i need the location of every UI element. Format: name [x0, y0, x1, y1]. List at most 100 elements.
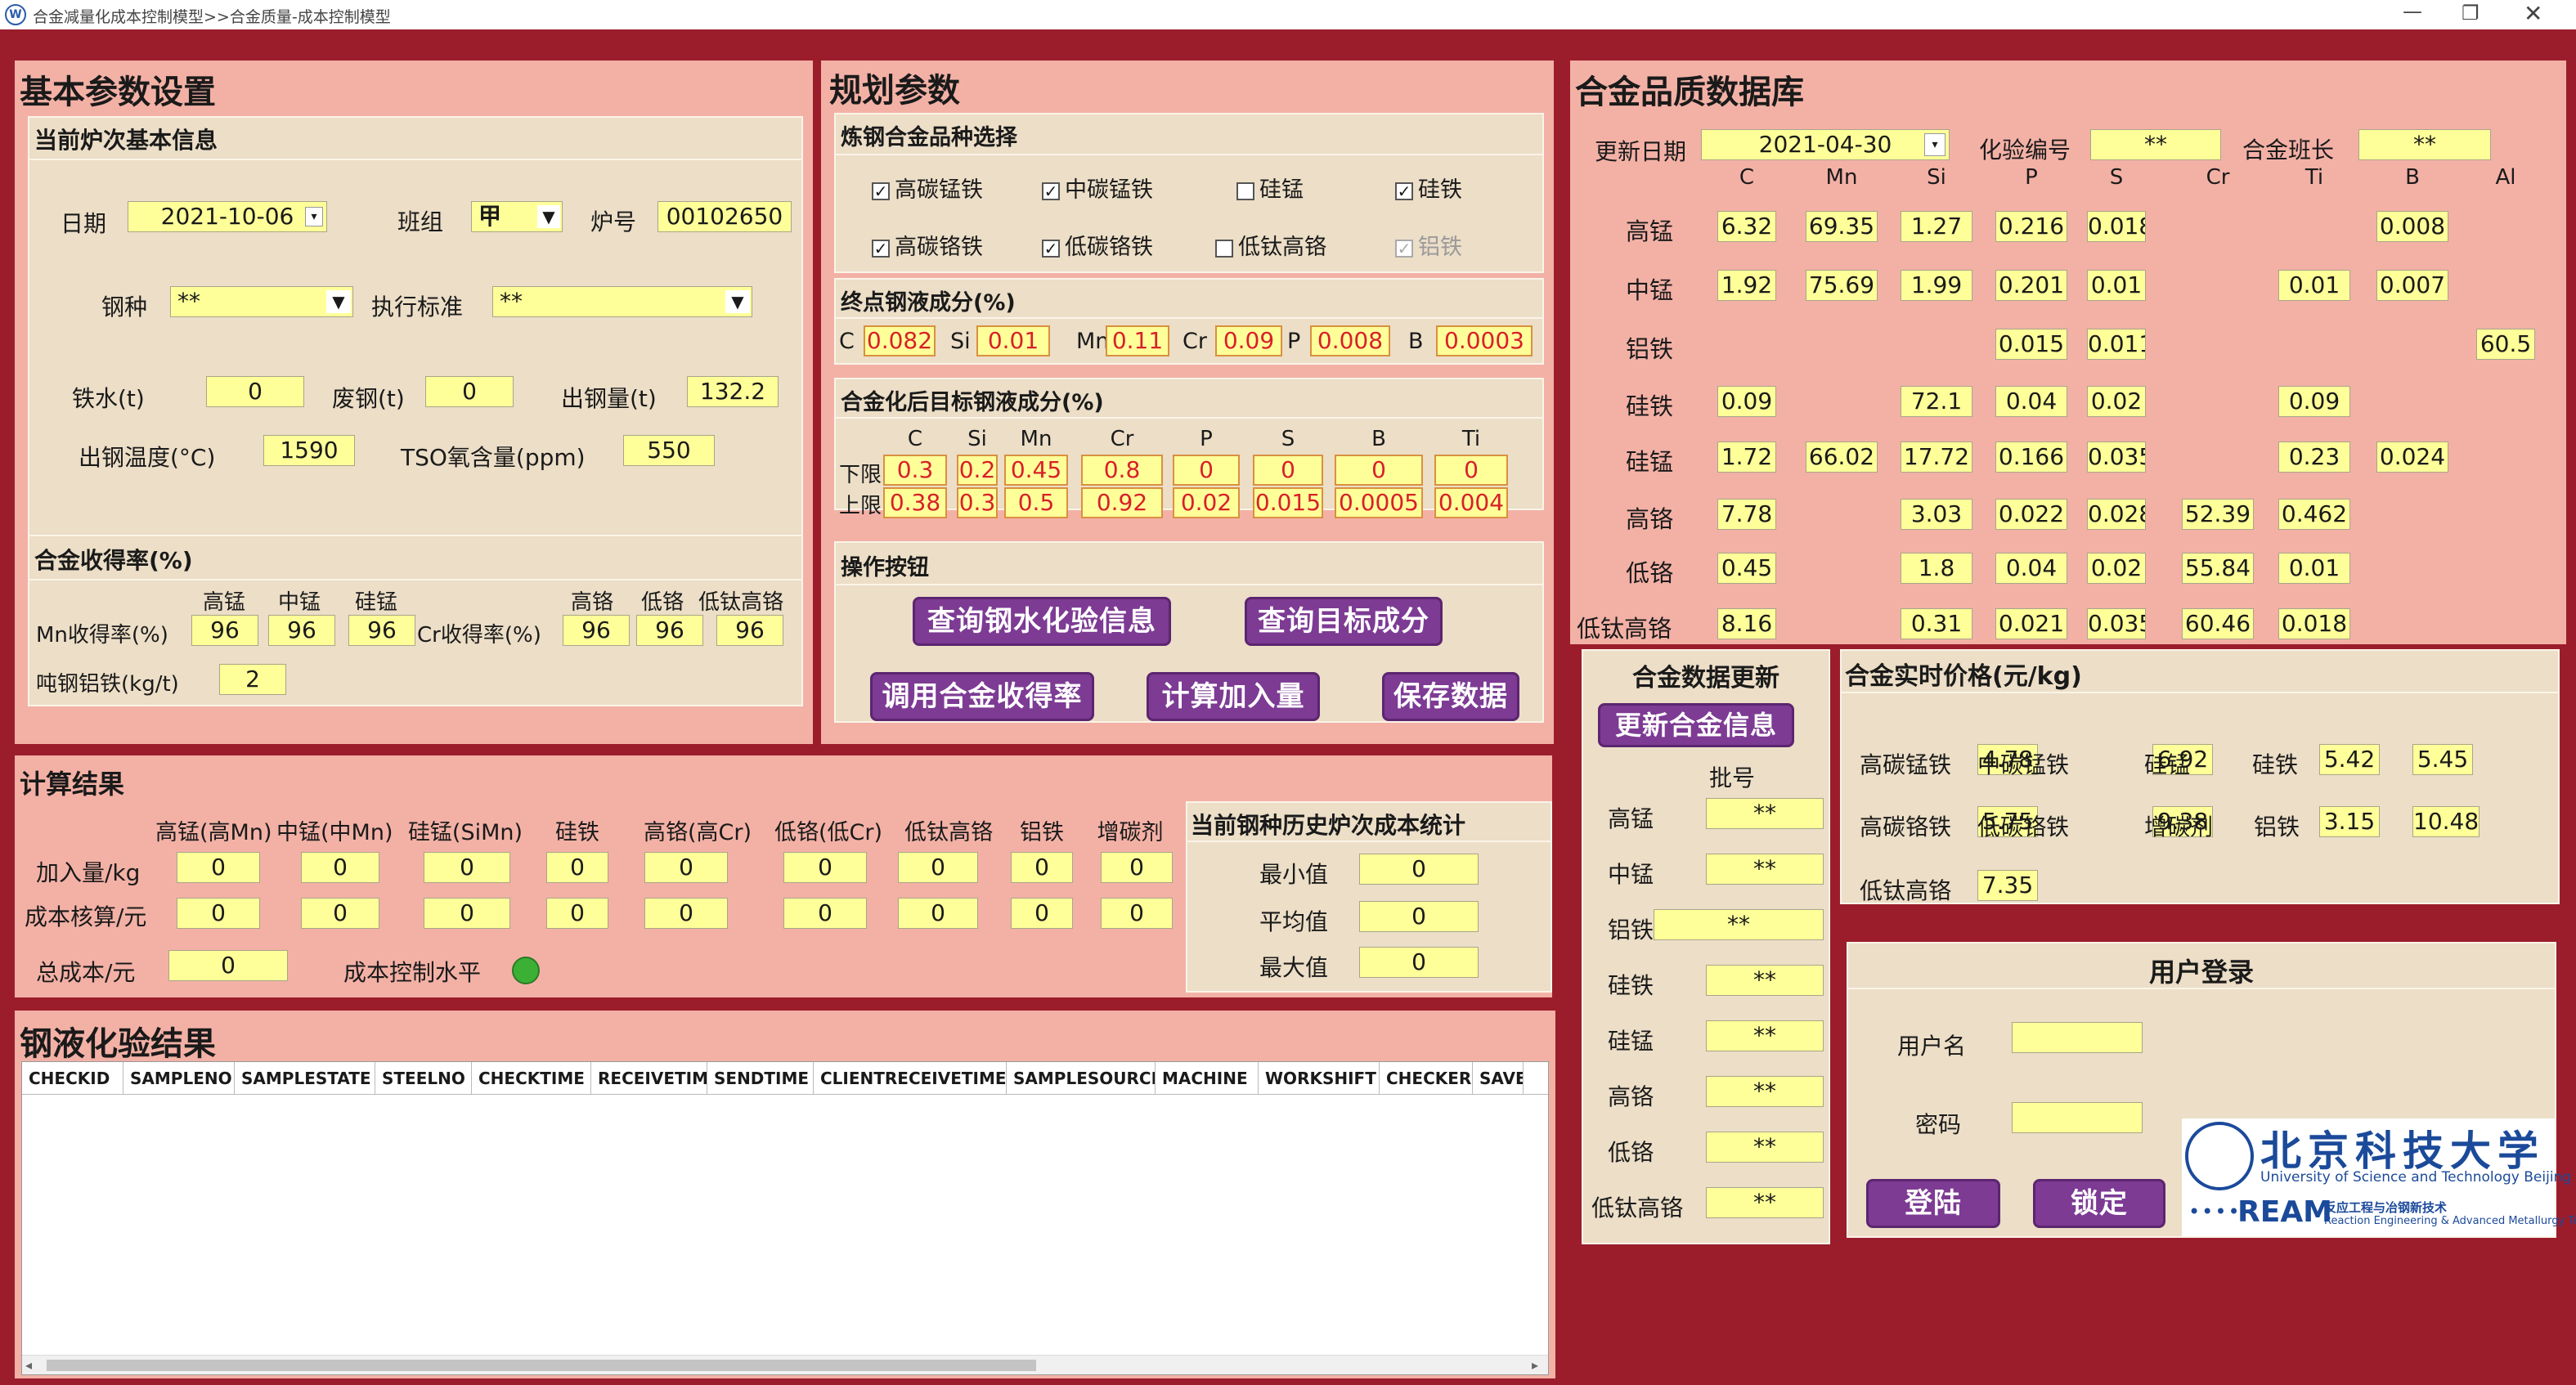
quality-value-field[interactable]: 75.69	[1806, 270, 1878, 301]
quality-value-field[interactable]: 0.09	[1717, 386, 1776, 417]
quality-value-field[interactable]: 0.31	[1901, 608, 1972, 639]
target-upper-field[interactable]: 0.5	[1004, 487, 1068, 518]
scroll-left-icon[interactable]: ◂	[25, 1357, 32, 1373]
quality-value-field[interactable]: 1.8	[1901, 553, 1972, 584]
price-value-field[interactable]: 7.35	[1977, 870, 2038, 901]
assay-table[interactable]: CHECKID SAMPLENO SAMPLESTATE STEELNO CHECKTI…	[21, 1061, 1549, 1375]
query-water-assay-button[interactable]: 查询钢水化验信息	[913, 597, 1171, 646]
quality-value-field[interactable]: 1.72	[1717, 441, 1776, 473]
quality-value-field[interactable]: 66.02	[1806, 441, 1878, 473]
end-value-field[interactable]: 0.082	[864, 325, 936, 356]
update-batch-field[interactable]: **	[1706, 1132, 1824, 1163]
target-upper-field[interactable]: 0.3	[957, 487, 998, 518]
quality-value-field[interactable]: 0.201	[1995, 270, 2067, 301]
target-upper-field[interactable]: 0.004	[1434, 487, 1508, 518]
quality-value-field[interactable]: 6.32	[1717, 211, 1776, 242]
target-lower-field[interactable]: 0	[1173, 455, 1240, 486]
quality-value-field[interactable]: 1.99	[1901, 270, 1972, 301]
update-date-picker[interactable]: 2021-04-30 ▾	[1701, 129, 1950, 160]
minimize-icon[interactable]: —	[2403, 0, 2422, 23]
target-lower-field[interactable]: 0	[1434, 455, 1508, 486]
quality-value-field[interactable]: 17.72	[1901, 441, 1972, 473]
check-al-fe[interactable]: ✓ 铝铁	[1395, 229, 1462, 261]
scroll-right-icon[interactable]: ▸	[1532, 1357, 1538, 1373]
quality-value-field[interactable]: 0.462	[2278, 499, 2350, 530]
target-lower-field[interactable]: 0.2	[957, 455, 998, 486]
quality-value-field[interactable]: 52.39	[2182, 499, 2254, 530]
check-fesi[interactable]: ✓ 硅铁	[1395, 172, 1462, 204]
target-upper-field[interactable]: 0.015	[1253, 487, 1323, 518]
shift-select[interactable]: 甲 ▼	[471, 201, 563, 232]
quality-value-field[interactable]: 1.27	[1901, 211, 1972, 242]
cr-yield-low[interactable]: 96	[636, 615, 703, 646]
target-lower-field[interactable]: 0.8	[1081, 455, 1163, 486]
quality-value-field[interactable]: 69.35	[1806, 211, 1878, 242]
calculate-amount-button[interactable]: 计算加入量	[1147, 672, 1320, 721]
quality-value-field[interactable]: 0.04	[1995, 553, 2067, 584]
price-value-field[interactable]: 5.42	[2319, 744, 2380, 775]
target-lower-field[interactable]: 0.45	[1004, 455, 1068, 486]
assay-col-header[interactable]: CHECKER	[1380, 1062, 1473, 1094]
lock-button[interactable]: 锁定	[2033, 1179, 2165, 1228]
hot-metal-field[interactable]: 0	[206, 376, 304, 407]
quality-value-field[interactable]: 60.5	[2476, 329, 2535, 360]
quality-value-field[interactable]: 0.015	[1995, 329, 2067, 360]
update-batch-field[interactable]: **	[1654, 909, 1824, 940]
assay-col-header[interactable]: CHECKTIME	[472, 1062, 591, 1094]
check-simn[interactable]: 硅锰	[1236, 172, 1304, 204]
quality-value-field[interactable]: 0.021	[1995, 608, 2067, 639]
steel-grade-select[interactable]: ** ▼	[170, 286, 353, 317]
mn-yield-mid[interactable]: 96	[268, 615, 335, 646]
quality-value-field[interactable]: 0.008	[2376, 211, 2448, 242]
quality-value-field[interactable]: 0.216	[1995, 211, 2067, 242]
quality-value-field[interactable]: 72.1	[1901, 386, 1972, 417]
tso-field[interactable]: 550	[623, 435, 715, 466]
quality-value-field[interactable]: 0.022	[1995, 499, 2067, 530]
check-high-c-cr[interactable]: ✓ 高碳铬铁	[872, 229, 983, 261]
quality-value-field[interactable]: 0.02	[2087, 553, 2146, 584]
scrap-field[interactable]: 0	[425, 376, 514, 407]
assay-col-header[interactable]: CHECKID	[22, 1062, 123, 1094]
quality-value-field[interactable]: 0.01	[2278, 270, 2350, 301]
quality-value-field[interactable]: 0.007	[2376, 270, 2448, 301]
check-low-c-cr[interactable]: ✓ 低碳铬铁	[1042, 229, 1153, 261]
assay-col-header[interactable]: SAVE	[1473, 1062, 1524, 1094]
alloy-leader-field[interactable]: **	[2358, 129, 2491, 160]
chevron-down-icon[interactable]: ▾	[305, 207, 323, 226]
quality-value-field[interactable]: 0.23	[2278, 441, 2350, 473]
mn-yield-simn[interactable]: 96	[348, 615, 415, 646]
load-yield-button[interactable]: 调用合金收得率	[870, 672, 1094, 721]
login-button[interactable]: 登陆	[1866, 1179, 2000, 1228]
chevron-down-icon[interactable]: ▾	[1924, 133, 1945, 156]
target-upper-field[interactable]: 0.38	[883, 487, 947, 518]
quality-value-field[interactable]: 0.028	[2087, 499, 2146, 530]
update-batch-field[interactable]: **	[1706, 798, 1824, 829]
assay-col-header[interactable]: SAMPLENO	[123, 1062, 235, 1094]
quality-value-field[interactable]: 1.92	[1717, 270, 1776, 301]
quality-value-field[interactable]: 0.011	[2087, 329, 2146, 360]
quality-value-field[interactable]: 0.018	[2087, 211, 2146, 242]
al-per-ton-field[interactable]: 2	[219, 664, 286, 695]
end-value-field[interactable]: 0.11	[1106, 325, 1169, 356]
target-lower-field[interactable]: 0.3	[883, 455, 947, 486]
quality-value-field[interactable]: 0.04	[1995, 386, 2067, 417]
assay-col-header[interactable]: WORKSHIFT	[1259, 1062, 1380, 1094]
quality-value-field[interactable]: 0.01	[2278, 553, 2350, 584]
quality-value-field[interactable]: 8.16	[1717, 608, 1776, 639]
exec-standard-select[interactable]: ** ▼	[492, 286, 752, 317]
target-upper-field[interactable]: 0.92	[1081, 487, 1163, 518]
target-lower-field[interactable]: 0	[1335, 455, 1423, 486]
assay-col-header[interactable]: MACHINE	[1156, 1062, 1259, 1094]
end-value-field[interactable]: 0.01	[976, 325, 1050, 356]
quality-value-field[interactable]: 3.03	[1901, 499, 1972, 530]
username-input[interactable]	[2012, 1022, 2143, 1053]
quality-value-field[interactable]: 0.035	[2087, 441, 2146, 473]
check-lowti-cr[interactable]: 低钛高铬	[1215, 229, 1326, 261]
quality-value-field[interactable]: 0.166	[1995, 441, 2067, 473]
price-value-field[interactable]: 3.15	[2319, 806, 2380, 837]
quality-value-field[interactable]: 0.024	[2376, 441, 2448, 473]
chevron-down-icon[interactable]: ▼	[326, 290, 351, 313]
quality-value-field[interactable]: 0.018	[2278, 608, 2350, 639]
assay-col-header[interactable]: SENDTIME	[707, 1062, 814, 1094]
target-upper-field[interactable]: 0.0005	[1335, 487, 1423, 518]
